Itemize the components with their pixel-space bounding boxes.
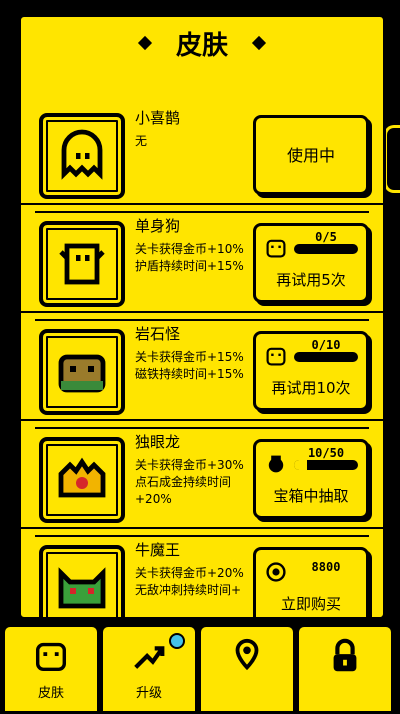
progress-bar	[294, 244, 358, 254]
bottom-nav: 皮肤 升级	[0, 618, 400, 714]
robot-icon	[35, 642, 67, 672]
tab-skins[interactable]: 皮肤	[2, 624, 100, 714]
title-bar: 皮肤	[21, 17, 383, 69]
skin-description: 关卡获得金币+20% 无敌冲刺持续时间+	[135, 566, 244, 597]
coin-icon	[266, 562, 286, 582]
buy-button[interactable]: 8800 立即购买	[253, 547, 369, 617]
button-label: 使用中	[286, 146, 335, 165]
skin-row: 单身狗 关卡获得金币+10% 护盾持续时间+15% 0/5 再试用5次	[21, 203, 383, 311]
notification-dot	[169, 633, 185, 649]
divider	[35, 319, 369, 321]
skin-description: 无	[135, 134, 148, 148]
button-label: 再试用5次	[276, 271, 346, 289]
ghost-icon[interactable]	[39, 113, 125, 199]
skin-description: 关卡获得金币+30% 点石成金持续时间+20%	[135, 458, 244, 506]
price-text: 8800	[311, 560, 341, 574]
chest-draw-button[interactable]: 10/50 宝箱中抽取	[253, 439, 369, 519]
tab-map[interactable]	[198, 624, 296, 714]
divider	[35, 427, 369, 429]
skin-row: 独眼龙 关卡获得金币+30% 点石成金持续时间+20% 10/50 宝箱中抽取	[21, 419, 383, 527]
dog-icon[interactable]	[39, 221, 125, 307]
upgrade-arrow-icon	[134, 646, 165, 669]
progress-bar	[294, 352, 358, 362]
robot-icon	[266, 239, 286, 258]
skin-name: 独眼龙	[135, 433, 181, 451]
tab-label: 皮肤	[37, 686, 64, 701]
progress-text: 0/5	[315, 230, 337, 244]
tab-label: 升级	[135, 686, 162, 701]
side-decoration	[384, 125, 400, 193]
progress-fill	[294, 460, 307, 470]
skin-name: 岩石怪	[135, 325, 181, 343]
chest-icon	[268, 455, 284, 473]
bull-king-icon[interactable]	[39, 545, 125, 617]
divider	[35, 211, 369, 213]
diamond-icon-right	[251, 35, 267, 51]
rock-monster-icon[interactable]	[39, 329, 125, 415]
one-eyed-dragon-icon[interactable]	[39, 437, 125, 523]
progress-text: 10/50	[307, 446, 345, 460]
skin-description: 关卡获得金币+10% 护盾持续时间+15%	[135, 242, 244, 273]
divider	[35, 535, 369, 537]
diamond-icon-left	[137, 35, 153, 51]
tab-upgrade[interactable]: 升级	[100, 624, 198, 714]
robot-icon	[266, 347, 286, 366]
progress-bar	[294, 460, 358, 470]
map-pin-icon	[235, 638, 259, 671]
skin-name: 小喜鹊	[135, 109, 181, 127]
skin-row: 牛魔王 关卡获得金币+20% 无敌冲刺持续时间+ 8800 立即购买	[21, 527, 383, 617]
button-label: 再试用10次	[271, 379, 351, 397]
button-label: 立即购买	[280, 595, 341, 613]
skin-row: 小喜鹊 无 使用中	[21, 97, 383, 203]
in-use-button[interactable]: 使用中	[253, 115, 369, 195]
tab-locked[interactable]	[296, 624, 394, 714]
button-label: 宝箱中抽取	[273, 487, 349, 505]
trial-button[interactable]: 0/5 再试用5次	[253, 223, 369, 303]
skin-name: 牛魔王	[135, 541, 181, 559]
skin-description: 关卡获得金币+15% 磁铁持续时间+15%	[135, 350, 244, 381]
skin-row: 岩石怪 关卡获得金币+15% 磁铁持续时间+15% 0/10 再试用10次	[21, 311, 383, 419]
skin-list: 小喜鹊 无 使用中 单身狗 关卡获得金币+10% 护盾持续时间+15% 0/5 …	[21, 97, 383, 617]
page-title: 皮肤	[175, 30, 228, 61]
skins-panel: 皮肤 小喜鹊 无 使用中 单身狗 关卡获得金币+10% 护盾持续时间+15% 0…	[18, 14, 386, 620]
progress-text: 0/10	[311, 338, 341, 352]
skin-name: 单身狗	[135, 217, 181, 235]
trial-button[interactable]: 0/10 再试用10次	[253, 331, 369, 411]
lock-icon	[333, 638, 357, 672]
